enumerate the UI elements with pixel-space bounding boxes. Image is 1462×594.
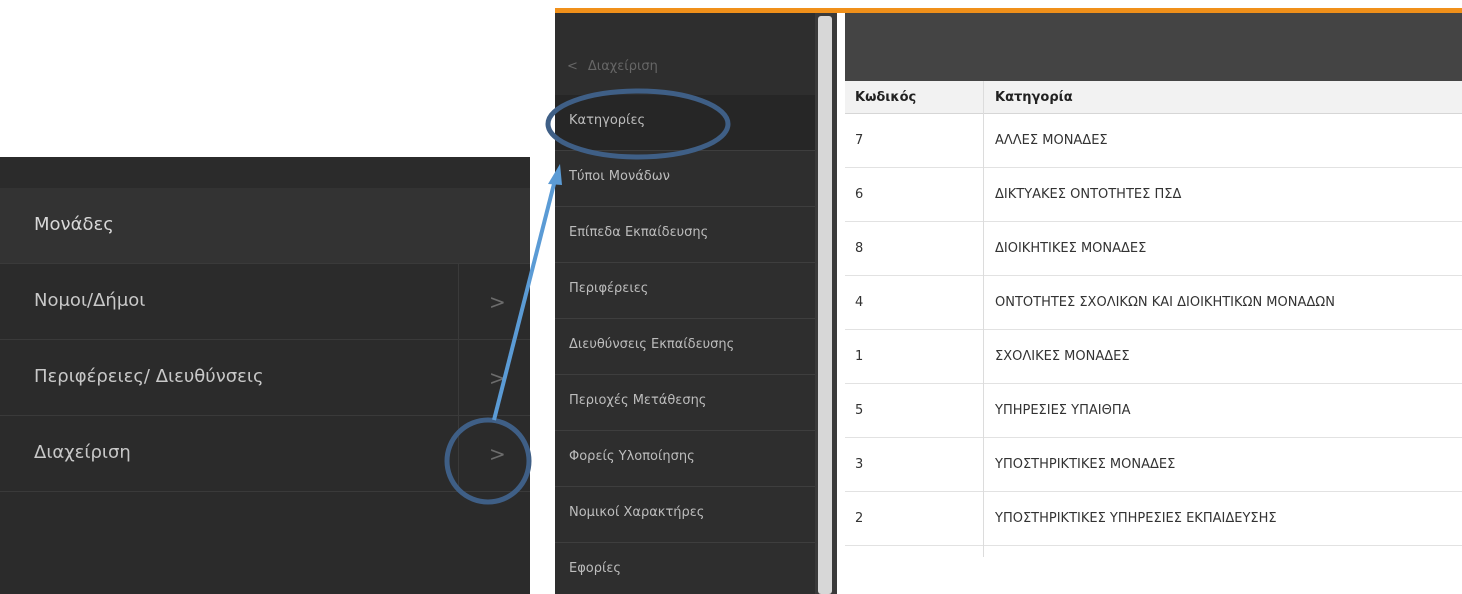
cell-code: 3	[855, 457, 864, 472]
table-header-row: Κωδικός Κατηγορία	[845, 81, 1462, 114]
chevron-left-icon: <	[567, 59, 578, 74]
table-row[interactable]: 3 ΥΠΟΣΤΗΡΙΚΤΙΚΕΣ ΜΟΝΑΔΕΣ	[845, 438, 1462, 492]
back-link[interactable]: < Διαχείριση	[567, 59, 658, 74]
expand-button[interactable]: >	[458, 340, 530, 415]
chevron-right-icon: >	[489, 442, 506, 466]
sidebar-item-label: Περιοχές Μετάθεσης	[569, 393, 707, 408]
content-header-bar	[845, 13, 1462, 81]
sidebar-item-foreis[interactable]: Φορείς Υλοποίησης	[555, 431, 815, 487]
menu-item-label: Νομοι/Δήμοι	[34, 290, 146, 311]
menu-item-diaxeirisi[interactable]: Διαχείριση >	[0, 416, 530, 492]
cell-code: 2	[855, 511, 864, 526]
sidebar-item-label: Κατηγορίες	[569, 113, 646, 128]
sidebar-item-label: Επίπεδα Εκπαίδευσης	[569, 225, 709, 240]
cell-category: ΥΠΟΣΤΗΡΙΚΤΙΚΕΣ ΜΟΝΑΔΕΣ	[995, 457, 1176, 472]
expand-button[interactable]: >	[458, 416, 530, 491]
cell-category: ΔΙΟΙΚΗΤΙΚΕΣ ΜΟΝΑΔΕΣ	[995, 241, 1147, 256]
cell-category: ΔΙΚΤΥΑΚΕΣ ΟΝΤΟΤΗΤΕΣ ΠΣΔ	[995, 187, 1182, 202]
menu-item-label: Μονάδες	[34, 214, 114, 235]
column-header-code[interactable]: Κωδικός	[855, 90, 916, 105]
cell-category: ΣΧΟΛΙΚΕΣ ΜΟΝΑΔΕΣ	[995, 349, 1130, 364]
sidebar-item-label: Φορείς Υλοποίησης	[569, 449, 695, 464]
table-row[interactable]: 5 ΥΠΗΡΕΣΙΕΣ ΥΠΑΙΘΠΑ	[845, 384, 1462, 438]
menu-item-perifereies-dieythynseis[interactable]: Περιφέρειες/ Διευθύνσεις >	[0, 340, 530, 416]
table-row[interactable]: 1 ΣΧΟΛΙΚΕΣ ΜΟΝΑΔΕΣ	[845, 330, 1462, 384]
chevron-right-icon: >	[489, 290, 506, 314]
content-area: Κωδικός Κατηγορία 7 ΑΛΛΕΣ ΜΟΝΑΔΕΣ 6 ΔΙΚΤΥΑΚ…	[845, 13, 1462, 594]
cell-category: ΥΠΗΡΕΣΙΕΣ ΥΠΑΙΘΠΑ	[995, 403, 1131, 418]
cell-code: 7	[855, 133, 864, 148]
table-row[interactable]: 6 ΔΙΚΤΥΑΚΕΣ ΟΝΤΟΤΗΤΕΣ ΠΣΔ	[845, 168, 1462, 222]
cell-code: 8	[855, 241, 864, 256]
sidebar-item-perioxes-metathesis[interactable]: Περιοχές Μετάθεσης	[555, 375, 815, 431]
sidebar-item-katigories[interactable]: Κατηγορίες	[555, 95, 815, 151]
sidebar-scroll-thumb[interactable]	[818, 16, 832, 594]
menu-item-monades[interactable]: Μονάδες	[0, 188, 530, 264]
menu-item-nomoi-dimoi[interactable]: Νομοι/Δήμοι >	[0, 264, 530, 340]
table-row[interactable]: 7 ΑΛΛΕΣ ΜΟΝΑΔΕΣ	[845, 114, 1462, 168]
main-menu-panel: Μονάδες Νομοι/Δήμοι > Περιφέρειες/ Διευθ…	[0, 157, 530, 594]
menu-item-label: Διαχείριση	[34, 442, 131, 463]
sidebar-item-label: Διευθύνσεις Εκπαίδευσης	[569, 337, 735, 352]
chevron-right-icon: >	[489, 366, 506, 390]
expand-button[interactable]: >	[458, 264, 530, 339]
sidebar-item-label: Εφορίες	[569, 561, 622, 576]
sidebar-item-efories[interactable]: Εφορίες	[555, 543, 815, 594]
sidebar-item-typoi-monadon[interactable]: Τύποι Μονάδων	[555, 151, 815, 207]
admin-screen: < Διαχείριση Κατηγορίες Τύποι Μονάδων Επί…	[555, 0, 1462, 594]
table-row[interactable]: 8 ΔΙΟΙΚΗΤΙΚΕΣ ΜΟΝΑΔΕΣ	[845, 222, 1462, 276]
cell-code: 4	[855, 295, 864, 310]
cell-category: ΟΝΤΟΤΗΤΕΣ ΣΧΟΛΙΚΩΝ ΚΑΙ ΔΙΟΙΚΗΤΙΚΩΝ ΜΟΝΑΔ…	[995, 295, 1335, 310]
menu-item-label: Περιφέρειες/ Διευθύνσεις	[34, 366, 264, 387]
cell-code: 6	[855, 187, 864, 202]
cell-category: ΑΛΛΕΣ ΜΟΝΑΔΕΣ	[995, 133, 1108, 148]
sidebar-item-perifereies[interactable]: Περιφέρειες	[555, 263, 815, 319]
sidebar-item-label: Νομικοί Χαρακτήρες	[569, 505, 705, 520]
cell-code: 5	[855, 403, 864, 418]
admin-sidebar: < Διαχείριση Κατηγορίες Τύποι Μονάδων Επί…	[555, 13, 837, 594]
cell-code: 1	[855, 349, 864, 364]
sidebar-item-label: Περιφέρειες	[569, 281, 649, 296]
sidebar-item-nomikoi-xaraktires[interactable]: Νομικοί Χαρακτήρες	[555, 487, 815, 543]
sidebar-item-dieythynseis[interactable]: Διευθύνσεις Εκπαίδευσης	[555, 319, 815, 375]
back-link-label: Διαχείριση	[587, 59, 658, 74]
table-row[interactable]: 4 ΟΝΤΟΤΗΤΕΣ ΣΧΟΛΙΚΩΝ ΚΑΙ ΔΙΟΙΚΗΤΙΚΩΝ ΜΟΝΑ…	[845, 276, 1462, 330]
sidebar-item-label: Τύποι Μονάδων	[569, 169, 670, 184]
cell-category: ΥΠΟΣΤΗΡΙΚΤΙΚΕΣ ΥΠΗΡΕΣΙΕΣ ΕΚΠΑΙΔΕΥΣΗΣ	[995, 511, 1277, 526]
table-row[interactable]: 2 ΥΠΟΣΤΗΡΙΚΤΙΚΕΣ ΥΠΗΡΕΣΙΕΣ ΕΚΠΑΙΔΕΥΣΗΣ	[845, 492, 1462, 546]
sidebar-item-epipeda-ekpaideysis[interactable]: Επίπεδα Εκπαίδευσης	[555, 207, 815, 263]
column-header-category[interactable]: Κατηγορία	[995, 90, 1073, 105]
menu-top-strip	[0, 157, 530, 188]
column-divider	[983, 81, 984, 557]
